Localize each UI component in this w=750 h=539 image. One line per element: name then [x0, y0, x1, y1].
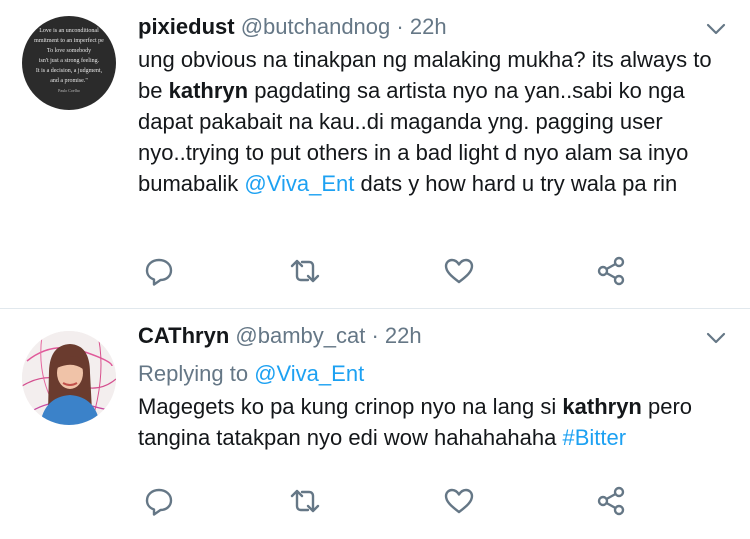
like-button[interactable]	[442, 484, 476, 518]
retweet-button[interactable]	[288, 254, 322, 288]
reply-button[interactable]	[142, 484, 176, 518]
tweet-text: ung obvious na tinakpan ng malaking mukh…	[138, 47, 712, 196]
replying-to-link[interactable]: @Viva_Ent	[254, 361, 364, 386]
share-icon	[597, 486, 625, 516]
avatar[interactable]: Love is an unconditional mmitment to an …	[22, 16, 116, 110]
avatar-quote-text: Love is an unconditional mmitment to an …	[34, 28, 104, 93]
replying-to: Replying to @Viva_Ent	[138, 361, 365, 386]
tweet-2[interactable]: CAThryn @bamby_cat · 22h Replying to @Vi…	[0, 309, 750, 539]
share-button[interactable]	[594, 254, 628, 288]
comment-bubble-icon	[145, 258, 173, 286]
timestamp[interactable]: 22h	[385, 323, 422, 348]
timestamp[interactable]: 22h	[410, 14, 447, 39]
user-handle[interactable]: @butchandnog	[241, 14, 391, 39]
chevron-down-icon[interactable]	[704, 329, 728, 347]
tweet-header: pixiedust @butchandnog · 22h	[138, 12, 447, 42]
reply-button[interactable]	[142, 254, 176, 288]
like-button[interactable]	[442, 254, 476, 288]
chevron-down-icon[interactable]	[704, 20, 728, 38]
share-button[interactable]	[594, 484, 628, 518]
retweet-icon	[290, 259, 320, 283]
avatar-illustration	[22, 331, 116, 425]
tweet-1[interactable]: Love is an unconditional mmitment to an …	[0, 0, 750, 308]
tweet-actions	[138, 254, 638, 288]
tweet-header: CAThryn @bamby_cat · 22h	[138, 321, 422, 351]
display-name[interactable]: CAThryn	[138, 323, 229, 348]
tweet-text: Magegets ko pa kung crinop nyo na lang s…	[138, 394, 693, 450]
display-name[interactable]: pixiedust	[138, 14, 235, 39]
retweet-button[interactable]	[288, 484, 322, 518]
comment-bubble-icon	[145, 488, 173, 516]
avatar[interactable]	[22, 331, 116, 425]
mention-link[interactable]: @Viva_Ent	[244, 171, 354, 196]
heart-icon	[444, 258, 474, 284]
highlighted-keyword: kathryn	[562, 394, 642, 419]
separator-dot: ·	[396, 14, 404, 39]
heart-icon	[444, 488, 474, 514]
user-handle[interactable]: @bamby_cat	[235, 323, 365, 348]
tweet-actions	[138, 484, 638, 518]
hashtag-link[interactable]: #Bitter	[562, 425, 626, 450]
retweet-icon	[290, 489, 320, 513]
highlighted-keyword: kathryn	[168, 78, 249, 103]
separator-dot: ·	[371, 323, 379, 348]
share-icon	[597, 256, 625, 286]
